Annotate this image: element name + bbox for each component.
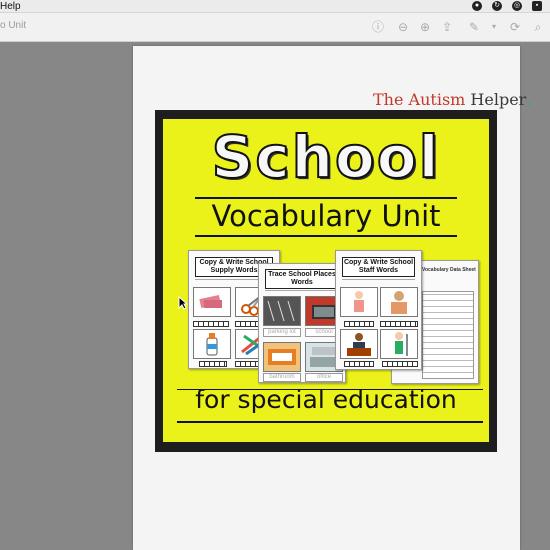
worksheet-title: Trace School Places Words bbox=[265, 269, 339, 289]
pdf-page[interactable]: The Autism Helper. School Vocabulary Uni… bbox=[133, 46, 531, 550]
zoom-in-icon[interactable]: ⊕ bbox=[417, 19, 433, 35]
parking-lot-image bbox=[263, 296, 301, 326]
cover-panel: School Vocabulary Unit Copy & Write Scho… bbox=[163, 119, 489, 442]
cover-footer: for special education bbox=[195, 385, 457, 414]
trace-bathroom: bathroom bbox=[263, 373, 301, 382]
menu-bar: Help ● ↻ ◎ ▪ bbox=[0, 0, 550, 13]
bathroom-image bbox=[263, 342, 301, 372]
mouse-cursor-icon bbox=[178, 296, 188, 310]
markup-icon[interactable]: ✎ bbox=[466, 19, 482, 35]
search-icon[interactable]: ⌕ bbox=[530, 19, 546, 35]
worksheet-staff-words: Copy & Write School Staff Words bbox=[335, 250, 422, 370]
document-workspace[interactable]: The Autism Helper. School Vocabulary Uni… bbox=[0, 42, 550, 550]
subtitle-rule bbox=[195, 235, 457, 237]
teacher-image bbox=[380, 287, 418, 317]
nurse-image bbox=[340, 287, 378, 317]
zoom-out-icon[interactable]: ⊖ bbox=[395, 19, 411, 35]
document-title: o Unit bbox=[0, 20, 27, 31]
globe-icon[interactable]: ◎ bbox=[512, 1, 522, 11]
app-menu-help[interactable]: Help bbox=[0, 1, 21, 12]
data-sheet-title: Vocabulary Data Sheet bbox=[422, 267, 476, 273]
status-icons: ● ↻ ◎ ▪ bbox=[472, 1, 542, 11]
record-icon[interactable]: ● bbox=[472, 1, 482, 11]
principal-image bbox=[340, 329, 378, 359]
viewer-toolbar: o Unit ⓘ ⊖ ⊕ ⇪ ✎ ▾ ⟳ ⌕ bbox=[0, 13, 550, 42]
sync-icon[interactable]: ↻ bbox=[492, 1, 502, 11]
box-icon[interactable]: ▪ bbox=[532, 1, 542, 11]
glue-image bbox=[193, 329, 231, 359]
eraser-image bbox=[193, 287, 231, 317]
trace-parking-lot: parking lot bbox=[263, 328, 301, 337]
cover-title: School bbox=[210, 122, 441, 192]
chevron-down-icon[interactable]: ▾ bbox=[486, 19, 502, 35]
brand-logo: The Autism Helper. bbox=[373, 90, 532, 109]
data-table bbox=[422, 291, 474, 379]
custodian-image bbox=[380, 329, 418, 359]
cover-frame: School Vocabulary Unit Copy & Write Scho… bbox=[155, 110, 497, 452]
cover-subtitle: Vocabulary Unit bbox=[211, 199, 441, 233]
info-icon[interactable]: ⓘ bbox=[370, 19, 386, 35]
trace-office: office bbox=[305, 373, 343, 382]
share-icon[interactable]: ⇪ bbox=[439, 19, 455, 35]
worksheet-places-words: Trace School Places Words parking lot sc… bbox=[258, 263, 346, 383]
worksheet-title: Copy & Write School Staff Words bbox=[342, 257, 415, 277]
rotate-icon[interactable]: ⟳ bbox=[507, 19, 523, 35]
footer-rule bbox=[177, 421, 483, 423]
